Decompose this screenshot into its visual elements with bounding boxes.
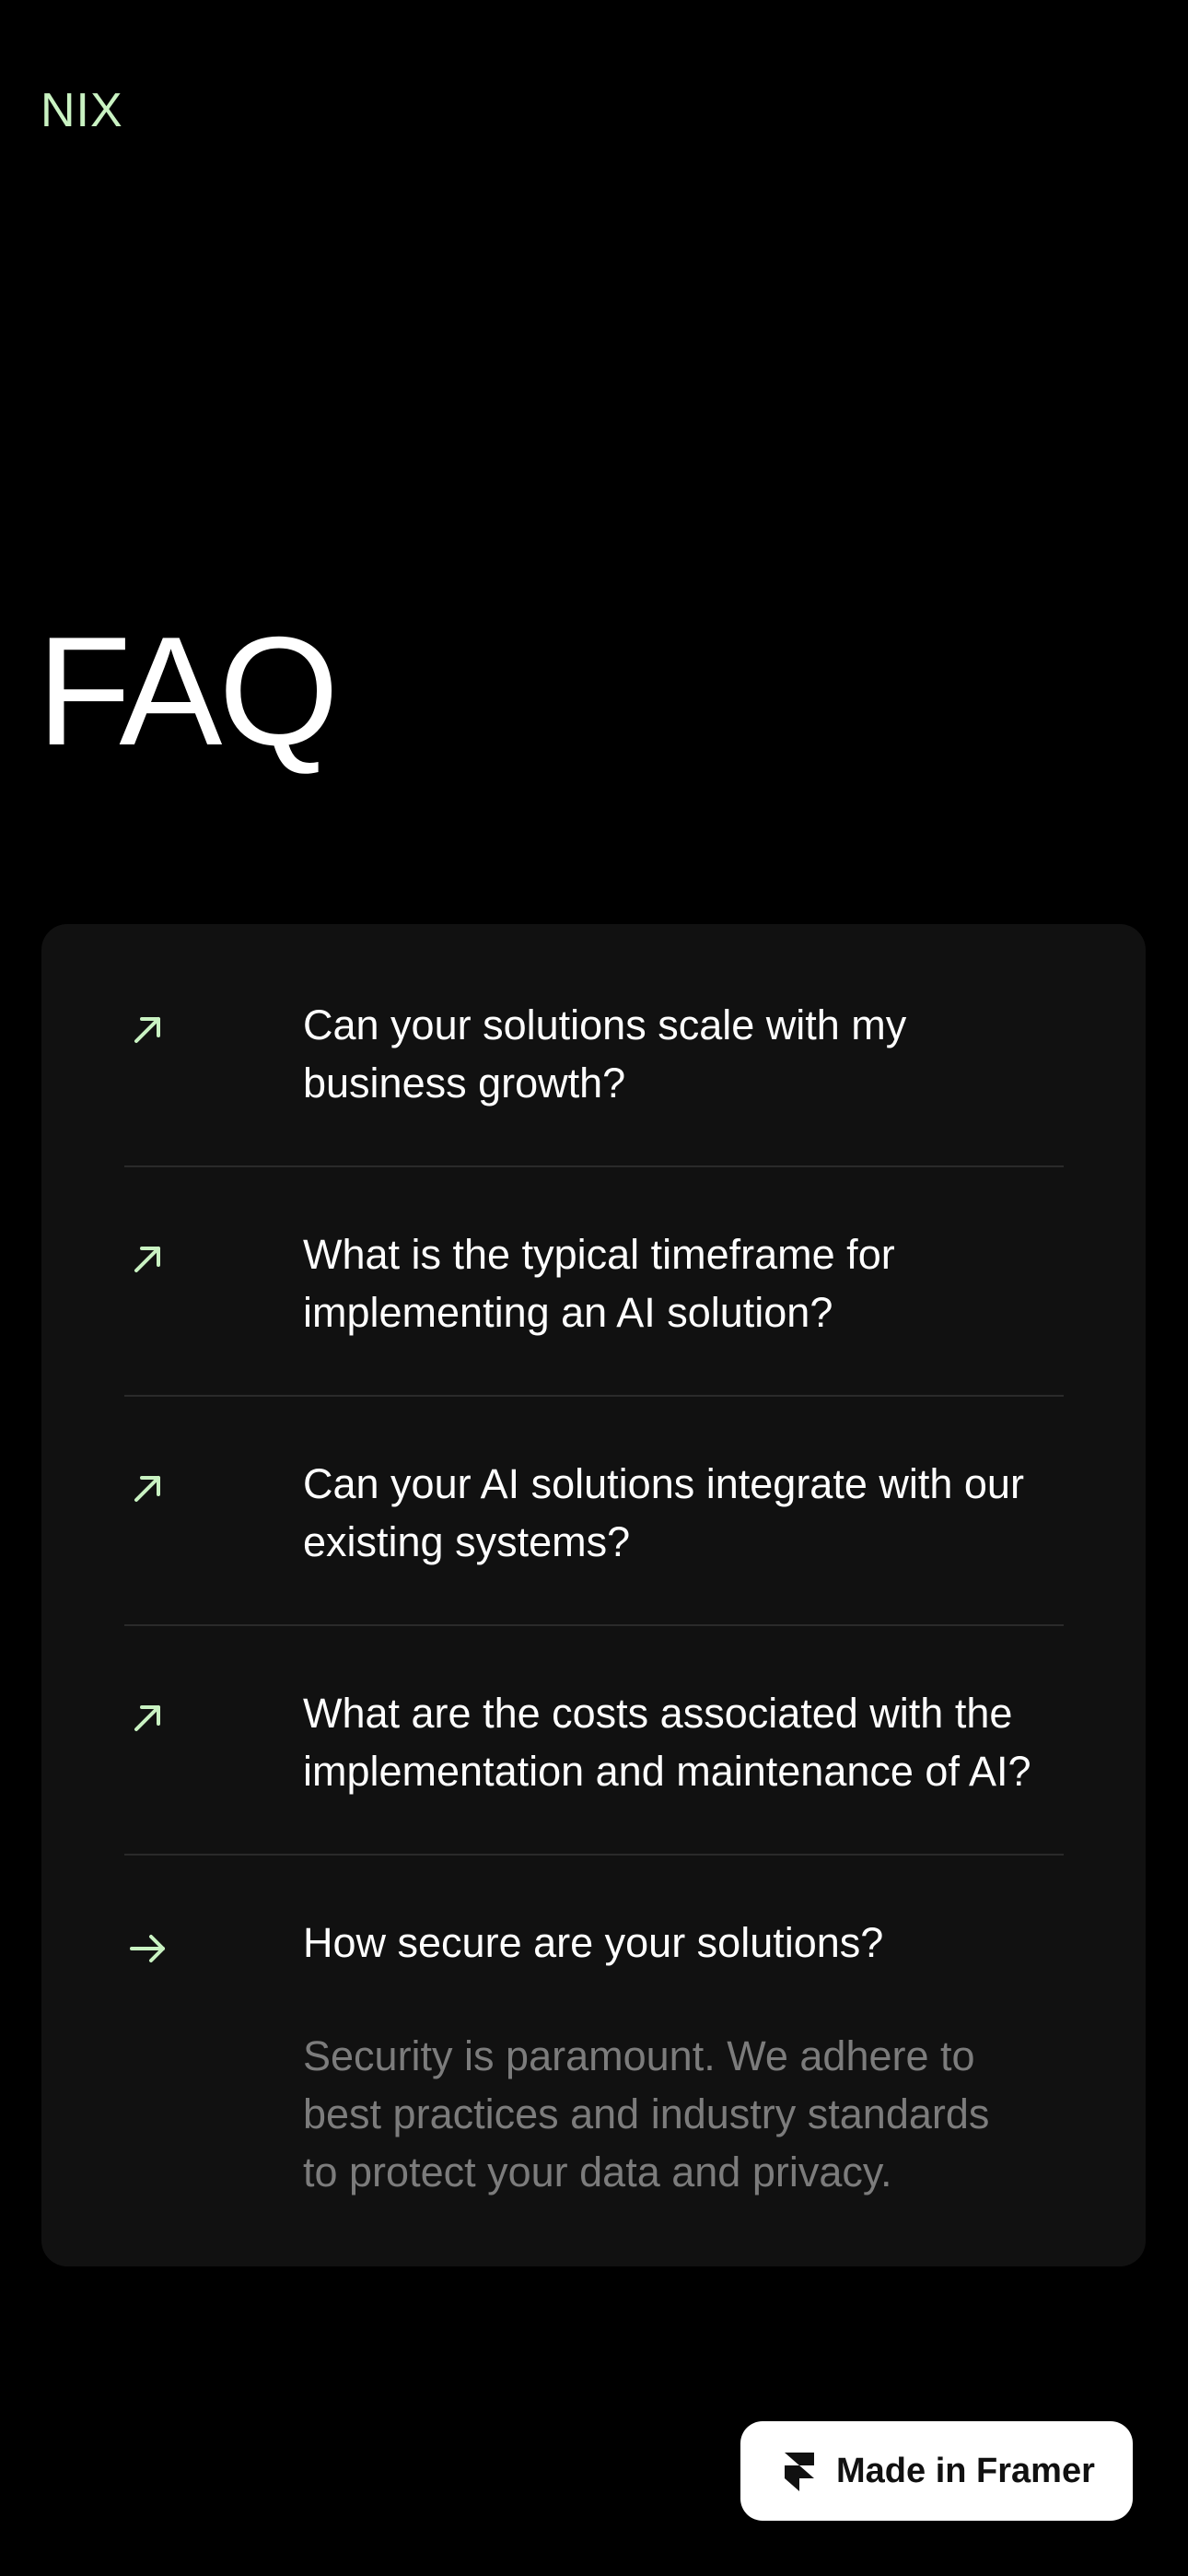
- faq-answer-line: best practices and industry standards: [303, 2090, 990, 2137]
- faq-question: What is the typical timeframe for implem…: [303, 1225, 1058, 1341]
- faq-question-line: Can your solutions scale with my: [303, 1001, 907, 1048]
- faq-question-line: business growth?: [303, 1060, 626, 1107]
- faq-question: What are the costs associated with the i…: [303, 1684, 1058, 1800]
- faq-answer-line: Security is paramount. We adhere to: [303, 2032, 975, 2079]
- faq-question-line: What is the typical timeframe for: [303, 1231, 895, 1278]
- framer-logo-icon: [777, 2449, 821, 2493]
- faq-question: How secure are your solutions?: [303, 1914, 1058, 1972]
- faq-item-integration[interactable]: Can your AI solutions integrate with our…: [124, 1455, 1064, 1626]
- arrow-up-right-icon: [124, 1235, 172, 1282]
- faq-question-line: What are the costs associated with the: [303, 1690, 1013, 1737]
- faq-divider: [124, 1624, 1064, 1626]
- arrow-up-right-icon: [124, 1464, 172, 1512]
- faq-question-line: How secure are your solutions?: [303, 1919, 884, 1966]
- nix-logo[interactable]: NIX: [41, 81, 123, 140]
- made-in-framer-label: Made in Framer: [836, 2452, 1095, 2490]
- faq-item-scale[interactable]: Can your solutions scale with my busines…: [124, 996, 1064, 1167]
- faq-accordion: Can your solutions scale with my busines…: [41, 924, 1146, 2266]
- arrow-up-right-icon: [124, 1005, 172, 1053]
- page-title: FAQ: [37, 604, 339, 778]
- faq-item-timeframe[interactable]: What is the typical timeframe for implem…: [124, 1225, 1064, 1397]
- made-in-framer-badge[interactable]: Made in Framer: [740, 2421, 1133, 2521]
- arrow-right-icon: [124, 1923, 172, 1971]
- faq-answer-line: to protect your data and privacy.: [303, 2149, 892, 2195]
- faq-answer: Security is paramount. We adhere to best…: [303, 2027, 1058, 2201]
- faq-question-line: Can your AI solutions integrate with our: [303, 1460, 1024, 1507]
- faq-question-line: implementing an AI solution?: [303, 1289, 833, 1336]
- faq-question-line: implementation and maintenance of AI?: [303, 1748, 1031, 1795]
- faq-divider: [124, 1854, 1064, 1856]
- faq-divider: [124, 1165, 1064, 1167]
- arrow-up-right-icon: [124, 1693, 172, 1741]
- faq-question: Can your solutions scale with my busines…: [303, 996, 1058, 1112]
- faq-item-costs[interactable]: What are the costs associated with the i…: [124, 1684, 1064, 1856]
- faq-question: Can your AI solutions integrate with our…: [303, 1455, 1058, 1571]
- faq-question-line: existing systems?: [303, 1518, 631, 1565]
- faq-item-security[interactable]: How secure are your solutions? Security …: [124, 1914, 1064, 2208]
- faq-divider: [124, 1395, 1064, 1397]
